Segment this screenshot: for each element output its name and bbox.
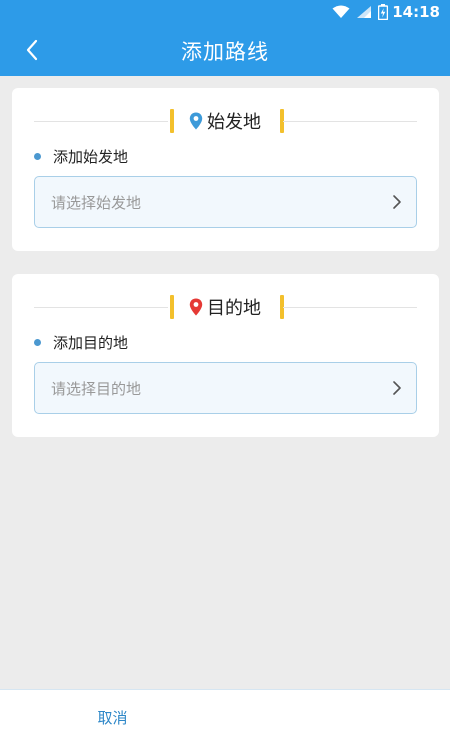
destination-select[interactable]: 请选择目的地 <box>34 362 417 414</box>
page-title: 添加路线 <box>181 40 269 64</box>
origin-heading-text: 始发地 <box>207 112 261 133</box>
divider-line <box>34 307 168 308</box>
chevron-right-icon <box>393 381 401 395</box>
status-time: 14:18 <box>392 3 440 21</box>
destination-heading: 目的地 <box>189 294 261 320</box>
location-pin-icon <box>189 112 203 130</box>
accent-bar <box>170 109 174 133</box>
cancel-button[interactable]: 取消 <box>0 689 450 744</box>
status-bar: 14:18 <box>0 0 450 24</box>
destination-placeholder: 请选择目的地 <box>51 380 142 398</box>
origin-label-text: 添加始发地 <box>53 148 129 166</box>
origin-select[interactable]: 请选择始发地 <box>34 176 417 228</box>
status-icons <box>332 4 388 20</box>
divider-line <box>34 121 168 122</box>
origin-heading: 始发地 <box>189 108 261 134</box>
destination-heading-row: 目的地 <box>34 294 417 320</box>
destination-label-text: 添加目的地 <box>53 334 129 352</box>
battery-charging-icon <box>378 4 388 20</box>
app-header: 添加路线 <box>0 24 450 76</box>
destination-section-label: 添加目的地 <box>34 332 128 353</box>
signal-icon <box>357 6 371 18</box>
origin-placeholder: 请选择始发地 <box>51 194 142 212</box>
destination-heading-text: 目的地 <box>207 298 261 319</box>
origin-card: 始发地 添加始发地 请选择始发地 <box>12 88 439 251</box>
bullet-dot <box>34 339 41 346</box>
divider-line <box>283 121 417 122</box>
cancel-label: 取消 <box>97 709 128 727</box>
origin-section-label: 添加始发地 <box>34 146 128 167</box>
divider-line <box>283 307 417 308</box>
accent-bar <box>170 295 174 319</box>
location-pin-icon <box>189 298 203 316</box>
destination-card: 目的地 添加目的地 请选择目的地 <box>12 274 439 437</box>
bullet-dot <box>34 153 41 160</box>
chevron-right-icon <box>393 195 401 209</box>
wifi-icon <box>332 5 350 18</box>
origin-heading-row: 始发地 <box>34 108 417 134</box>
